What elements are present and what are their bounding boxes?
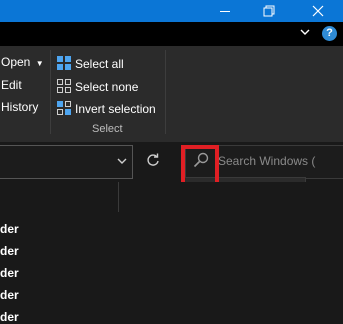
history-button[interactable]: History [1, 100, 38, 114]
select-all-label: Select all [75, 57, 124, 71]
select-all-button[interactable]: Select all [57, 54, 124, 71]
column-divider[interactable] [118, 182, 119, 212]
ribbon-separator [165, 50, 166, 134]
invert-selection-button[interactable]: Invert selection [57, 99, 156, 116]
select-none-icon [57, 79, 71, 93]
title-bar [0, 0, 343, 22]
ribbon-separator [50, 50, 51, 134]
chevron-down-icon[interactable] [299, 26, 311, 38]
close-button[interactable] [298, 0, 338, 22]
ribbon-tab-strip [0, 22, 343, 46]
close-icon [312, 5, 324, 17]
select-none-button[interactable]: Select none [57, 77, 138, 94]
list-item-label[interactable]: der [0, 244, 19, 258]
search-input[interactable] [218, 150, 338, 172]
help-icon[interactable]: ? [322, 26, 337, 41]
list-item-label[interactable]: der [0, 222, 19, 236]
select-none-label: Select none [75, 80, 139, 94]
file-list-pane [0, 182, 343, 323]
restore-icon [263, 5, 275, 17]
address-bar[interactable] [0, 145, 133, 179]
refresh-icon[interactable] [146, 153, 160, 167]
chevron-down-icon[interactable] [116, 155, 128, 167]
list-item-label[interactable]: der [0, 310, 19, 324]
list-item-label[interactable]: der [0, 288, 19, 302]
select-all-icon [57, 56, 71, 70]
maximize-button[interactable] [249, 0, 289, 22]
ribbon [0, 46, 343, 142]
open-button[interactable]: Open ▼ [1, 55, 44, 69]
edit-label: Edit [1, 78, 22, 92]
minimize-button[interactable] [205, 0, 245, 22]
dropdown-arrow-icon: ▼ [35, 59, 44, 68]
invert-selection-icon [57, 101, 71, 115]
open-label: Open [1, 55, 31, 69]
history-label: History [1, 100, 39, 114]
invert-selection-label: Invert selection [75, 102, 156, 116]
list-item-label[interactable]: der [0, 266, 19, 280]
select-group-label: Select [92, 123, 123, 135]
edit-button[interactable]: Edit [1, 78, 22, 92]
minimize-icon [220, 11, 230, 12]
